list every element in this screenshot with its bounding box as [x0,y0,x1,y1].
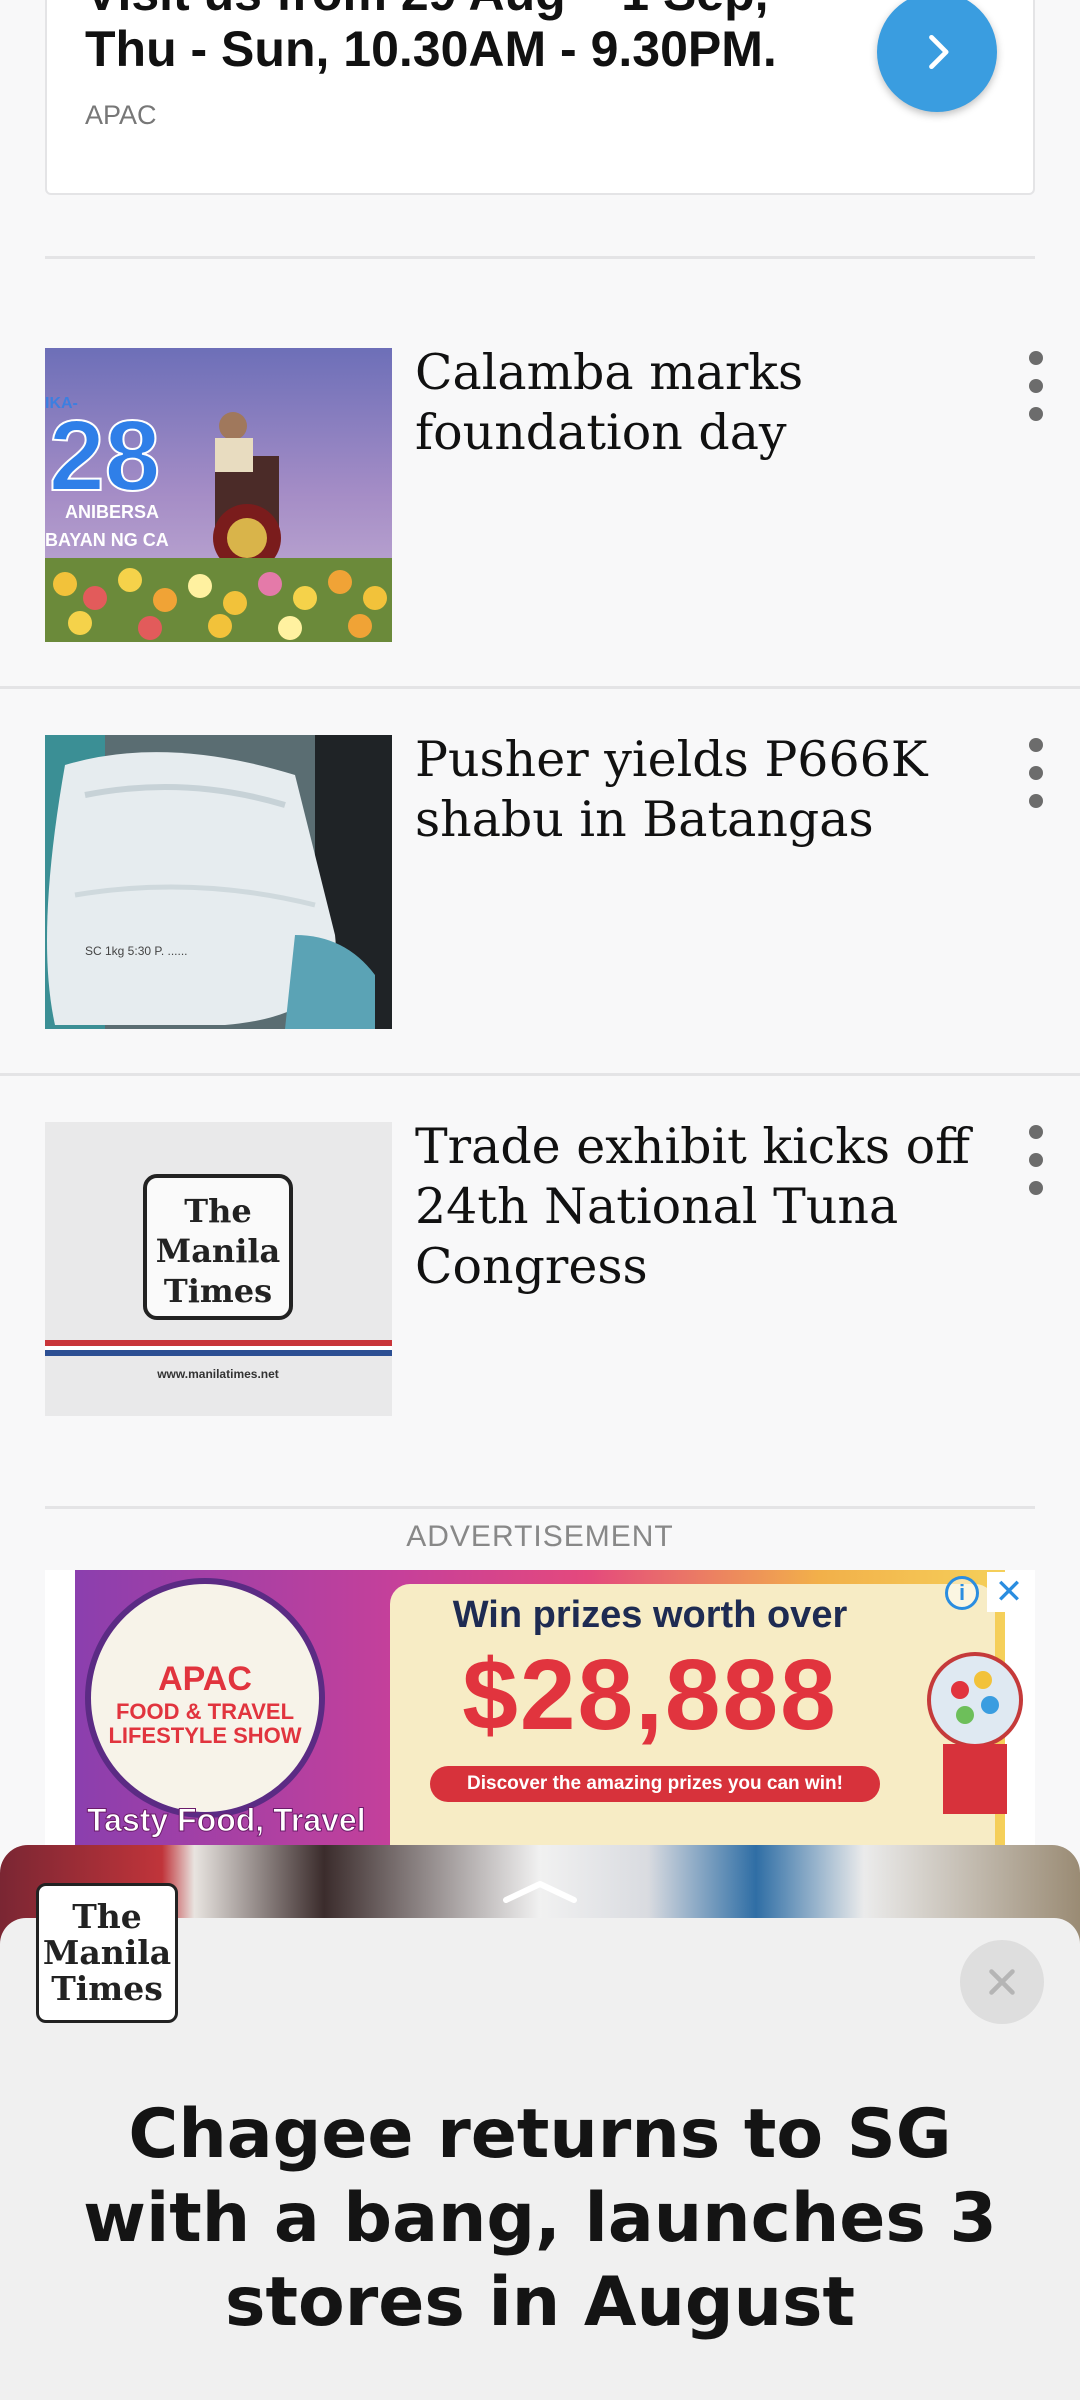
logo-text-manila: Manila [156,1232,280,1270]
prize-discover: Discover the amazing prizes you can win! [430,1766,880,1802]
article-item[interactable]: IKA- 28 ANIBERSA BAYAN NG CA Calamba mar… [0,303,1080,689]
sponsored-source: APAC [85,100,157,130]
sponsored-go-button[interactable] [877,0,997,112]
ceremony-photo: IKA- 28 ANIBERSA BAYAN NG CA [45,348,392,642]
ad-close-icon[interactable]: ✕ [987,1572,1031,1612]
article-item[interactable]: SC 1kg 5:30 P. ...... Pusher yields P666… [0,690,1080,1076]
article-thumbnail[interactable]: IKA- 28 ANIBERSA BAYAN NG CA [45,348,392,642]
prize-amount: $28,888 [462,1639,838,1751]
publisher-logo: The Manila Times [36,1883,178,2023]
show-name: APAC [158,1660,252,1698]
show-subtitle: FOOD & TRAVEL LIFESTYLE SHOW [108,1699,302,1748]
prize-heading: Win prizes worth over [452,1594,848,1636]
chevron-right-icon [929,34,949,70]
bottom-sheet[interactable]: The Manila Times Chagee returns to SG wi… [0,1883,1080,2400]
gumball-machine-icon [927,1652,1023,1814]
ad-info-icon[interactable]: i [945,1576,979,1610]
more-options-icon[interactable] [1018,1125,1054,1195]
sheet-headline[interactable]: Chagee returns to SG with a bang, launch… [40,2093,1040,2345]
logo-line-times: Times [51,1969,163,2008]
article-title[interactable]: Pusher yields P666K shabu in Batangas [415,730,995,850]
sponsored-text-line1: Visit us from 29 Aug – 1 Sep, [85,0,769,22]
close-sheet-button[interactable] [960,1940,1044,2024]
thumb-text-bayan: BAYAN NG CA [45,530,169,550]
ad-tagline: Tasty Food, Travel [87,1802,367,1839]
article-thumbnail[interactable]: SC 1kg 5:30 P. ...... [45,735,392,1029]
svg-text:SC 1kg 5:30 P. ......: SC 1kg 5:30 P. ...... [85,944,188,958]
sponsored-card[interactable]: Visit us from 29 Aug – 1 Sep, Thu - Sun,… [45,0,1035,195]
more-options-icon[interactable] [1018,351,1054,421]
thumb-text-number: 28 [49,400,160,512]
article-title[interactable]: Trade exhibit kicks off 24th National Tu… [415,1117,995,1297]
logo-text-times: Times [164,1272,272,1310]
section-divider [45,1506,1035,1509]
close-icon [989,1969,1015,1995]
article-item[interactable]: The Manila Times www.manilatimes.net Tra… [0,1077,1080,1463]
logo-line-manila: Manila [42,1933,172,1972]
section-divider [45,256,1035,259]
chevron-up-icon[interactable] [500,1880,580,1904]
article-thumbnail[interactable]: The Manila Times www.manilatimes.net [45,1122,392,1416]
logo-line-the: The [72,1897,142,1936]
manila-times-logo: The Manila Times www.manilatimes.net [45,1122,392,1416]
more-options-icon[interactable] [1018,738,1054,808]
shabu-bag-photo: SC 1kg 5:30 P. ...... [45,735,392,1029]
logo-text-the: The [184,1192,251,1230]
logo-url: www.manilatimes.net [156,1367,279,1381]
sponsored-text-line2: Thu - Sun, 10.30AM - 9.30PM. [85,21,777,77]
advertisement-label: ADVERTISEMENT [406,1520,674,1553]
thumb-text-anibersa: ANIBERSA [65,502,159,522]
article-title[interactable]: Calamba marks foundation day [415,343,995,463]
